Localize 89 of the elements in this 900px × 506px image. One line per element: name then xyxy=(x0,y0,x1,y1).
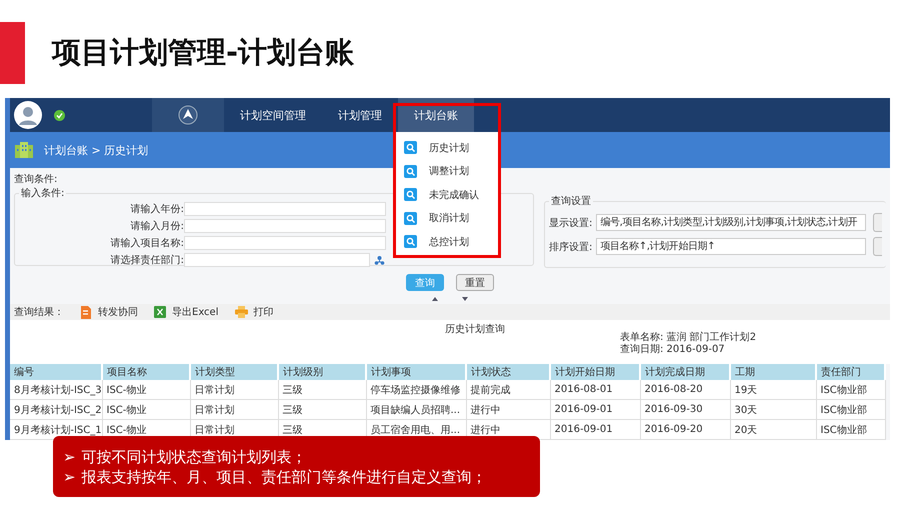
table-cell: 停车场监控摄像维修 xyxy=(366,380,466,400)
table-cell: 9月考核计划-ISC_2 xyxy=(10,400,102,420)
nav-tab[interactable]: 计划空间管理 xyxy=(224,98,322,132)
column-header: 计划完成日期 xyxy=(640,364,730,380)
reset-button[interactable]: 重置 xyxy=(456,274,494,291)
excel-icon xyxy=(154,306,166,318)
home-button[interactable] xyxy=(152,98,224,132)
search-icon xyxy=(404,235,417,248)
search-icon xyxy=(404,141,417,154)
field-label: 显示设置: xyxy=(549,216,592,230)
table-cell: 进行中 xyxy=(466,400,550,420)
table-cell: ISC物业部 xyxy=(816,380,885,400)
building-icon xyxy=(14,142,34,158)
menu-item[interactable]: 调整计划 xyxy=(429,164,469,178)
table-cell: 2016-08-01 xyxy=(550,380,640,400)
people-icon[interactable] xyxy=(374,254,385,266)
panel-legend: 查询设置 xyxy=(549,194,593,208)
input-field[interactable] xyxy=(184,253,370,267)
breadcrumb: 计划台账 > 历史计划 xyxy=(44,142,148,158)
input-field[interactable]: 编号,项目名称,计划类型,计划级别,计划事项,计划状态,计划开 xyxy=(596,214,866,231)
input-field[interactable] xyxy=(184,219,386,233)
menu-item[interactable]: 历史计划 xyxy=(429,140,469,155)
table-cell: ISC物业部 xyxy=(816,420,885,440)
bullet: ➢ xyxy=(63,446,76,466)
column-header: 计划类型 xyxy=(190,364,278,380)
picker-button[interactable] xyxy=(873,213,882,232)
column-header: 计划级别 xyxy=(278,364,366,380)
search-icon xyxy=(404,164,417,178)
table-cell: ISC物业部 xyxy=(816,400,885,420)
menu-item[interactable]: 未完成确认 xyxy=(429,188,479,202)
search-icon xyxy=(404,212,417,225)
nav-tab[interactable]: 计划台账 xyxy=(398,98,474,132)
column-header: 工期 xyxy=(730,364,816,380)
toolbar-link[interactable]: 转发协同 xyxy=(98,305,138,319)
table-cell: 三级 xyxy=(278,400,366,420)
column-header: 编号 xyxy=(10,364,102,380)
input-field[interactable]: 项目名称↑,计划开始日期↑ xyxy=(596,238,866,255)
table-cell: 提前完成 xyxy=(466,380,550,400)
table-cell: 2016-09-01 xyxy=(550,400,640,420)
toolbar-link[interactable]: 导出Excel xyxy=(172,305,218,319)
search-icon xyxy=(404,188,417,202)
slide-title: 项目计划管理-计划台账 xyxy=(52,34,354,71)
bullet: ➢ xyxy=(63,466,76,486)
table-cell: 项目缺编人员招聘... xyxy=(366,400,466,420)
table-cell: 日常计划 xyxy=(190,400,278,420)
results-label: 查询结果： xyxy=(14,306,64,319)
column-header: 计划开始日期 xyxy=(550,364,640,380)
query-date: 查询日期: 2016-09-07 xyxy=(620,344,726,356)
field-label: 请输入项目名称: xyxy=(110,236,184,250)
report-title: 历史计划查询 xyxy=(445,322,505,336)
field-label: 请选择责任部门: xyxy=(110,254,184,267)
table-cell: ISC-物业 xyxy=(102,380,190,400)
table-cell: 8月考核计划-ISC_3 xyxy=(10,380,102,400)
column-header: 责任部门 xyxy=(816,364,885,380)
field-label: 请输入月份: xyxy=(130,220,184,233)
toolbar-link[interactable]: 打印 xyxy=(254,305,274,319)
column-header: 计划状态 xyxy=(466,364,550,380)
check-icon xyxy=(54,110,65,120)
table-cell: 30天 xyxy=(730,400,816,420)
logo-icon xyxy=(178,105,198,125)
table-cell: 19天 xyxy=(730,380,816,400)
field-label: 请输入年份: xyxy=(130,202,184,216)
input-field[interactable] xyxy=(184,236,386,250)
table-cell: 2016-09-01 xyxy=(550,420,640,440)
section-label: 查询条件: xyxy=(14,172,58,186)
expand-icon[interactable] xyxy=(461,296,469,302)
input-field[interactable] xyxy=(184,202,386,216)
table-cell: 2016-08-20 xyxy=(640,380,730,400)
table-cell: 日常计划 xyxy=(190,380,278,400)
table-cell: 2016-09-20 xyxy=(640,420,730,440)
callout-text: 可按不同计划状态查询计划列表； xyxy=(82,446,307,466)
printer-icon xyxy=(234,306,248,318)
panel-legend: 输入条件: xyxy=(19,186,66,200)
callout-text: 报表支持按年、月、项目、责任部门等条件进行自定义查询； xyxy=(82,466,487,486)
table-cell: 三级 xyxy=(278,380,366,400)
table-cell: 20天 xyxy=(730,420,816,440)
table-cell: 2016-09-30 xyxy=(640,400,730,420)
menu-item[interactable]: 取消计划 xyxy=(429,211,469,226)
column-header: 计划事项 xyxy=(366,364,466,380)
table-cell: ISC-物业 xyxy=(102,400,190,420)
menu-item[interactable]: 总控计划 xyxy=(429,234,469,249)
field-label: 排序设置: xyxy=(549,240,592,254)
picker-button[interactable] xyxy=(873,237,882,256)
form-name: 表单名称: 蓝润 部门工作计划2 xyxy=(620,332,756,344)
accent-bar xyxy=(0,22,25,84)
collapse-icon[interactable] xyxy=(431,296,439,302)
column-header: 项目名称 xyxy=(102,364,190,380)
nav-tab[interactable]: 计划管理 xyxy=(322,98,398,132)
avatar-icon[interactable] xyxy=(14,101,42,129)
